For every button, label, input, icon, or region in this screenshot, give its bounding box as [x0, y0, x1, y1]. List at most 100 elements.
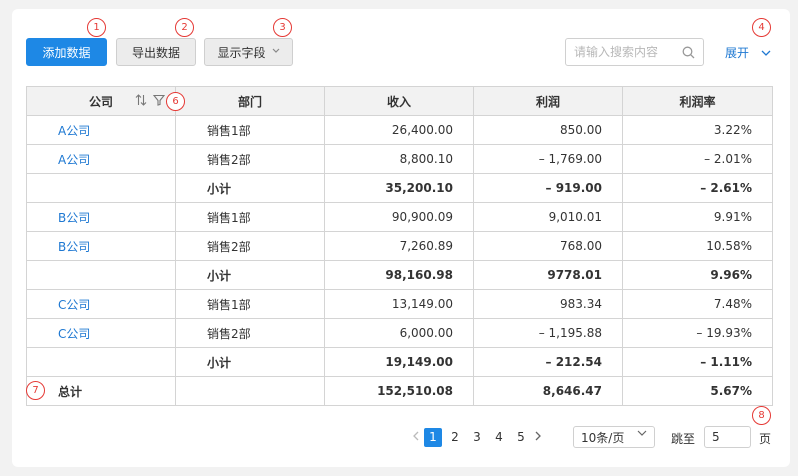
- profit-cell: 983.34: [473, 289, 623, 319]
- company-link[interactable]: B公司: [26, 202, 176, 232]
- chevron-right-icon[interactable]: [532, 430, 544, 444]
- company-link[interactable]: A公司: [26, 144, 176, 174]
- subtotal-row: 小计 19,149.00 – 212.54 – 1.11%: [26, 347, 773, 377]
- profit-rate-cell: 10.58%: [622, 231, 773, 261]
- profit-cell: 9,010.01: [473, 202, 623, 232]
- column-header-label: 公司: [88, 94, 113, 109]
- department-cell: 销售2部: [175, 144, 325, 174]
- subtotal-label: 小计: [175, 260, 325, 290]
- chevron-down-icon: [272, 47, 280, 57]
- jump-page-input[interactable]: [704, 426, 751, 448]
- profit-rate-cell: 3.22%: [622, 115, 773, 145]
- page-button-5[interactable]: 5: [512, 428, 530, 447]
- pagination: 1 2 3 4 5: [410, 427, 544, 447]
- profit-rate-cell: 9.91%: [622, 202, 773, 232]
- annotation-marker: 4: [752, 18, 771, 37]
- table-row: B公司 销售2部 7,260.89 768.00 10.58%: [26, 231, 773, 261]
- subtotal-row: 小计 35,200.10 – 919.00 – 2.61%: [26, 173, 773, 203]
- income-cell: 13,149.00: [324, 289, 474, 319]
- page-button-2[interactable]: 2: [446, 428, 464, 447]
- profit-cell: 8,646.47: [473, 376, 623, 406]
- company-link[interactable]: C公司: [26, 289, 176, 319]
- subtotal-label: 小计: [175, 173, 325, 203]
- profit-cell: – 1,769.00: [473, 144, 623, 174]
- display-fields-dropdown[interactable]: 显示字段: [204, 38, 293, 66]
- data-table: 公司 部门 收入 利润 利润率 A公司 销售1部 26,400.00 850.0…: [26, 86, 773, 406]
- company-cell: [26, 260, 176, 290]
- total-label: 总计: [26, 376, 176, 406]
- expand-label: 展开: [725, 46, 750, 60]
- subtotal-row: 小计 98,160.98 9778.01 9.96%: [26, 260, 773, 290]
- column-header-income[interactable]: 收入: [324, 86, 474, 116]
- total-row: 总计 152,510.08 8,646.47 5.67%: [26, 376, 773, 406]
- page-size-value: 10条/页: [581, 430, 625, 445]
- page-button-4[interactable]: 4: [490, 428, 508, 447]
- income-cell: 90,900.09: [324, 202, 474, 232]
- column-header-profit-rate[interactable]: 利润率: [622, 86, 773, 116]
- add-data-button[interactable]: 添加数据: [26, 38, 107, 66]
- annotation-marker: 6: [166, 92, 185, 111]
- profit-rate-cell: – 19.93%: [622, 318, 773, 348]
- display-fields-label: 显示字段: [217, 45, 266, 60]
- table-header-row: 公司 部门 收入 利润 利润率: [26, 86, 773, 116]
- chevron-down-icon: [761, 46, 771, 60]
- profit-cell: – 1,195.88: [473, 318, 623, 348]
- department-cell: 销售1部: [175, 289, 325, 319]
- income-cell: 98,160.98: [324, 260, 474, 290]
- income-cell: 8,800.10: [324, 144, 474, 174]
- chevron-left-icon[interactable]: [410, 430, 422, 444]
- filter-icon[interactable]: [152, 94, 166, 109]
- expand-toggle[interactable]: 展开: [725, 44, 771, 61]
- company-link[interactable]: A公司: [26, 115, 176, 145]
- department-cell: 销售2部: [175, 231, 325, 261]
- chevron-down-icon: [637, 430, 647, 440]
- annotation-marker: 1: [87, 18, 106, 37]
- income-cell: 26,400.00: [324, 115, 474, 145]
- company-cell: [26, 347, 176, 377]
- profit-rate-cell: 7.48%: [622, 289, 773, 319]
- search-input[interactable]: [574, 45, 678, 59]
- company-cell: [26, 173, 176, 203]
- income-cell: 19,149.00: [324, 347, 474, 377]
- page-unit-label: 页: [759, 432, 772, 446]
- sort-icon[interactable]: [135, 94, 147, 109]
- profit-cell: 850.00: [473, 115, 623, 145]
- subtotal-label: 小计: [175, 347, 325, 377]
- table-row: B公司 销售1部 90,900.09 9,010.01 9.91%: [26, 202, 773, 232]
- column-header-profit[interactable]: 利润: [473, 86, 623, 116]
- company-link[interactable]: C公司: [26, 318, 176, 348]
- jump-to-label: 跳至: [671, 432, 696, 446]
- annotation-marker: 2: [175, 18, 194, 37]
- profit-rate-cell: – 2.61%: [622, 173, 773, 203]
- annotation-marker: 8: [752, 406, 771, 425]
- search-icon[interactable]: [682, 46, 695, 59]
- department-cell: 销售2部: [175, 318, 325, 348]
- page-button-1[interactable]: 1: [424, 427, 442, 447]
- annotation-marker: 3: [273, 18, 292, 37]
- column-header-department[interactable]: 部门: [175, 86, 325, 116]
- income-cell: 152,510.08: [324, 376, 474, 406]
- table-row: C公司 销售1部 13,149.00 983.34 7.48%: [26, 289, 773, 319]
- income-cell: 35,200.10: [324, 173, 474, 203]
- profit-cell: – 212.54: [473, 347, 623, 377]
- page-button-3[interactable]: 3: [468, 428, 486, 447]
- profit-rate-cell: 9.96%: [622, 260, 773, 290]
- export-data-button[interactable]: 导出数据: [116, 38, 196, 66]
- profit-rate-cell: – 1.11%: [622, 347, 773, 377]
- department-cell: 销售1部: [175, 115, 325, 145]
- profit-cell: 768.00: [473, 231, 623, 261]
- income-cell: 6,000.00: [324, 318, 474, 348]
- table-row: A公司 销售1部 26,400.00 850.00 3.22%: [26, 115, 773, 145]
- table-row: A公司 销售2部 8,800.10 – 1,769.00 – 2.01%: [26, 144, 773, 174]
- profit-cell: 9778.01: [473, 260, 623, 290]
- department-cell: 销售1部: [175, 202, 325, 232]
- company-link[interactable]: B公司: [26, 231, 176, 261]
- page-size-select[interactable]: 10条/页: [573, 426, 655, 448]
- table-row: C公司 销售2部 6,000.00 – 1,195.88 – 19.93%: [26, 318, 773, 348]
- search-box[interactable]: [565, 38, 704, 66]
- income-cell: 7,260.89: [324, 231, 474, 261]
- profit-rate-cell: – 2.01%: [622, 144, 773, 174]
- department-cell: [175, 376, 325, 406]
- column-header-company[interactable]: 公司: [26, 86, 176, 116]
- profit-cell: – 919.00: [473, 173, 623, 203]
